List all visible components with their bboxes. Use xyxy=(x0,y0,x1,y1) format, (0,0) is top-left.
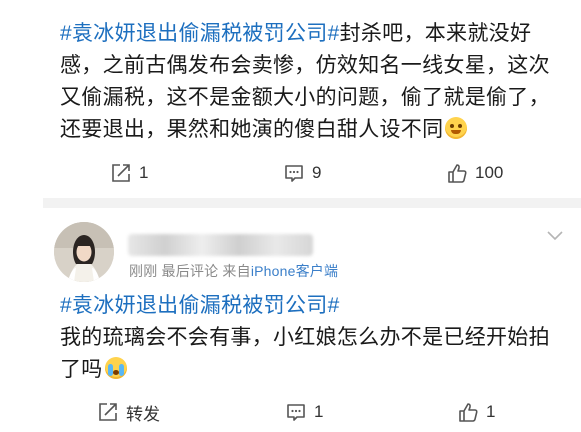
username-blurred[interactable] xyxy=(128,234,313,256)
action-bar: 转发 1 1 xyxy=(0,397,581,427)
chevron-down-icon[interactable] xyxy=(546,228,564,242)
post-body: #袁冰妍退出偷漏税被罚公司# 我的琉璃会不会有事，小红娘怎么办不是已经开始拍了吗 xyxy=(60,290,553,386)
like-count: 1 xyxy=(486,402,496,421)
thumbs-up-icon xyxy=(459,403,478,422)
repost-icon xyxy=(99,403,117,421)
post-source-link[interactable]: iPhone客户端 xyxy=(251,263,338,279)
avatar-image xyxy=(54,222,114,282)
post-meta: 刚刚 最后评论 来自iPhone客户端 xyxy=(129,261,338,281)
post-status: 最后评论 xyxy=(161,263,219,279)
post-time: 刚刚 xyxy=(129,263,158,279)
topic-link[interactable]: #袁冰妍退出偷漏税被罚公司# xyxy=(60,294,340,317)
post-from-label: 来自 xyxy=(222,263,251,279)
comment-icon xyxy=(287,404,305,421)
emoji-cry-icon xyxy=(104,357,127,379)
repost-button[interactable]: 转发 xyxy=(97,400,160,425)
repost-label: 转发 xyxy=(126,404,160,424)
post-text: 我的琉璃会不会有事，小红娘怎么办不是已经开始拍了吗 xyxy=(60,326,550,381)
avatar[interactable] xyxy=(54,222,114,282)
comment-count: 1 xyxy=(314,402,324,421)
like-button[interactable]: 1 xyxy=(457,401,495,423)
post-card: 刚刚 最后评论 来自iPhone客户端 #袁冰妍退出偷漏税被罚公司# 我的琉璃会不… xyxy=(0,0,581,432)
comment-button[interactable]: 1 xyxy=(285,401,323,423)
